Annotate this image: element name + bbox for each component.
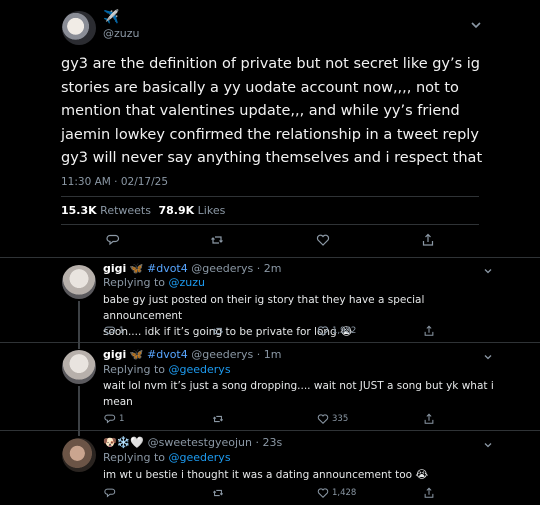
reply-icon <box>104 414 116 424</box>
handle[interactable]: @sweetestgyeojun <box>148 436 252 449</box>
retweet-action[interactable] <box>212 325 224 337</box>
chevron-down-icon[interactable] <box>483 440 493 450</box>
timestamp[interactable]: 11:30 AM · 02/17/25 <box>61 176 168 188</box>
like-icon <box>317 488 329 499</box>
like-count: 335 <box>332 414 349 424</box>
thread-line <box>78 431 80 436</box>
share-action[interactable] <box>423 325 435 337</box>
likes-label[interactable]: Likes <box>198 204 226 217</box>
divider <box>61 196 479 197</box>
mention-link[interactable]: @zuzu <box>169 276 206 289</box>
reply-action[interactable]: 1 <box>104 413 124 425</box>
name-badges: 🦋 #dvot4 <box>129 348 188 361</box>
time[interactable]: · 2m <box>257 262 282 275</box>
retweets-label[interactable]: Retweets <box>100 204 151 217</box>
avatar[interactable] <box>62 350 96 384</box>
retweet-icon <box>212 327 224 335</box>
replying-to: Replying to @geederys <box>103 363 231 376</box>
tweet-text: gy3 are the definition of private but no… <box>61 56 483 166</box>
handle[interactable]: @geederys <box>191 348 253 361</box>
time[interactable]: · 1m <box>257 348 282 361</box>
name-badges: 🦋 #dvot4 <box>129 262 188 275</box>
sob-emoji: 😭 <box>415 468 429 481</box>
reply-icon <box>104 326 116 336</box>
thread-line <box>78 343 80 349</box>
like-action[interactable]: 1,982 <box>317 325 356 337</box>
share-action[interactable] <box>423 413 435 425</box>
thread-line <box>78 301 80 343</box>
retweet-icon <box>212 415 224 423</box>
time[interactable]: · 23s <box>255 436 282 449</box>
avatar[interactable] <box>62 265 96 299</box>
chevron-down-icon[interactable] <box>483 266 493 276</box>
avatar[interactable] <box>62 11 96 45</box>
share-icon <box>424 487 434 498</box>
share-icon <box>424 325 434 336</box>
mention-link[interactable]: @geederys <box>169 363 231 376</box>
reply-action[interactable]: 1 <box>104 325 124 337</box>
name-badges: 🐶❄️🤍 <box>103 436 145 449</box>
engagement-stats: 15.3K Retweets 78.9K Likes <box>61 204 225 217</box>
reply-text: wait lol nvm it’s just a song dropping..… <box>103 380 494 408</box>
replying-to: Replying to @geederys <box>103 451 231 464</box>
display-name[interactable]: ✈️ <box>103 10 119 25</box>
chevron-down-icon[interactable] <box>483 352 493 362</box>
retweet-icon[interactable] <box>210 233 224 247</box>
reply-header: gigi 🦋 #dvot4 @geederys · 2m <box>103 262 282 275</box>
retweets-count[interactable]: 15.3K <box>61 204 97 217</box>
handle[interactable]: @geederys <box>191 262 253 275</box>
like-count: 1,428 <box>332 488 357 498</box>
reply-tweet: gigi 🦋 #dvot4 @geederys · 2m Replying to… <box>0 258 540 343</box>
display-name[interactable]: gigi <box>103 348 126 361</box>
reply-text: babe gy just posted on their ig story th… <box>103 294 425 338</box>
main-tweet: ✈️ @zuzu gy3 are the definition of priva… <box>0 0 540 258</box>
likes-count[interactable]: 78.9K <box>158 204 194 217</box>
chevron-down-icon[interactable] <box>470 19 482 31</box>
like-icon <box>317 326 329 337</box>
reply-action[interactable] <box>104 487 116 499</box>
reply-tweet: gigi 🦋 #dvot4 @geederys · 1m Replying to… <box>0 343 540 431</box>
like-action[interactable]: 1,428 <box>317 487 356 499</box>
mention-link[interactable]: @geederys <box>169 451 231 464</box>
reply-tweet: 🐶❄️🤍 @sweetestgyeojun · 23s Replying to … <box>0 431 540 505</box>
retweet-icon <box>212 489 224 497</box>
reply-count: 1 <box>119 414 125 424</box>
like-icon[interactable] <box>316 233 330 247</box>
like-action[interactable]: 335 <box>317 413 348 425</box>
like-icon <box>317 414 329 425</box>
share-icon[interactable] <box>421 233 435 247</box>
airplane-emoji: ✈️ <box>103 10 120 25</box>
handle[interactable]: @zuzu <box>103 27 140 40</box>
avatar[interactable] <box>62 438 96 472</box>
share-action[interactable] <box>423 487 435 499</box>
thread-line <box>78 386 80 431</box>
like-count: 1,982 <box>332 326 357 336</box>
divider <box>61 224 479 225</box>
display-name[interactable]: gigi <box>103 262 126 275</box>
reply-icon[interactable] <box>106 233 120 247</box>
reply-count: 1 <box>119 326 125 336</box>
share-icon <box>424 413 434 424</box>
retweet-action[interactable] <box>212 413 224 425</box>
reply-header: gigi 🦋 #dvot4 @geederys · 1m <box>103 348 282 361</box>
reply-text: im wt u bestie i thought it was a dating… <box>103 468 429 481</box>
retweet-action[interactable] <box>212 487 224 499</box>
reply-icon <box>104 488 116 498</box>
reply-header: 🐶❄️🤍 @sweetestgyeojun · 23s <box>103 436 282 449</box>
replying-to: Replying to @zuzu <box>103 276 206 289</box>
